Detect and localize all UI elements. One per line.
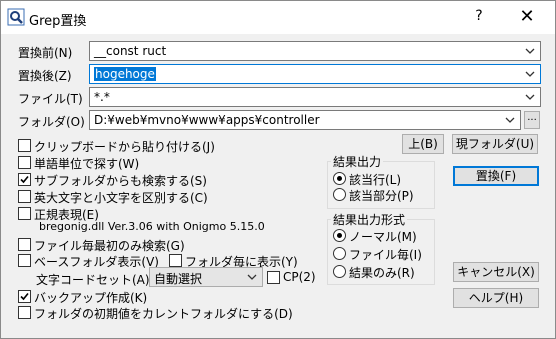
help-title-button[interactable]: ? [467, 8, 491, 24]
up-button[interactable]: 上(B) [402, 134, 444, 154]
file-value: *.* [94, 90, 110, 104]
after-label: 置換後(Z) [18, 69, 72, 83]
chevron-down-icon[interactable] [245, 269, 259, 285]
chevron-down-icon[interactable] [523, 43, 537, 59]
chevron-down-icon[interactable] [523, 66, 537, 82]
grep-replace-dialog: Grep置換 ? ✕ 置換前(N) __const ruct 置換後(Z) ho… [0, 0, 556, 339]
after-value: hogehoge [94, 67, 156, 81]
charset-select[interactable]: 自動選択 [149, 267, 263, 287]
before-combo[interactable]: __const ruct [89, 41, 541, 61]
folder-combo[interactable]: D:¥web¥mvno¥www¥apps¥controller [89, 110, 521, 130]
charset-value: 自動選択 [154, 272, 203, 286]
format-group-title: 結果出力形式 [331, 211, 408, 228]
help-button[interactable]: ヘルプ(H) [453, 288, 539, 308]
replace-button[interactable]: 置換(F) [453, 166, 539, 186]
before-label: 置換前(N) [18, 46, 73, 60]
cancel-button[interactable]: キャンセル(X) [453, 262, 539, 282]
chevron-down-icon[interactable] [523, 89, 537, 105]
before-value: __const ruct [94, 44, 167, 58]
title-bar: Grep置換 ? ✕ [1, 1, 555, 34]
current-folder-button[interactable]: 現フォルダ(U) [452, 134, 538, 154]
after-combo[interactable]: hogehoge [89, 64, 541, 84]
file-combo[interactable]: *.* [89, 87, 541, 107]
folder-value: D:¥web¥mvno¥www¥apps¥controller [94, 113, 320, 127]
regex-library-info: bregonig.dll Ver.3.06 with Onigmo 5.15.0 [39, 220, 265, 233]
chevron-down-icon[interactable] [503, 112, 517, 128]
charset-label: 文字コードセット(A) [36, 273, 150, 287]
file-label: ファイル(T) [18, 92, 83, 106]
checkmark-icon [20, 292, 29, 301]
app-icon [7, 8, 25, 26]
close-button[interactable]: ✕ [515, 6, 539, 28]
output-group-title: 結果出力 [331, 153, 384, 170]
window-title: Grep置換 [29, 14, 87, 29]
folder-label: フォルダ(O) [18, 115, 85, 129]
checkmark-icon [20, 175, 29, 184]
browse-folder-button[interactable]: ... [524, 111, 540, 129]
